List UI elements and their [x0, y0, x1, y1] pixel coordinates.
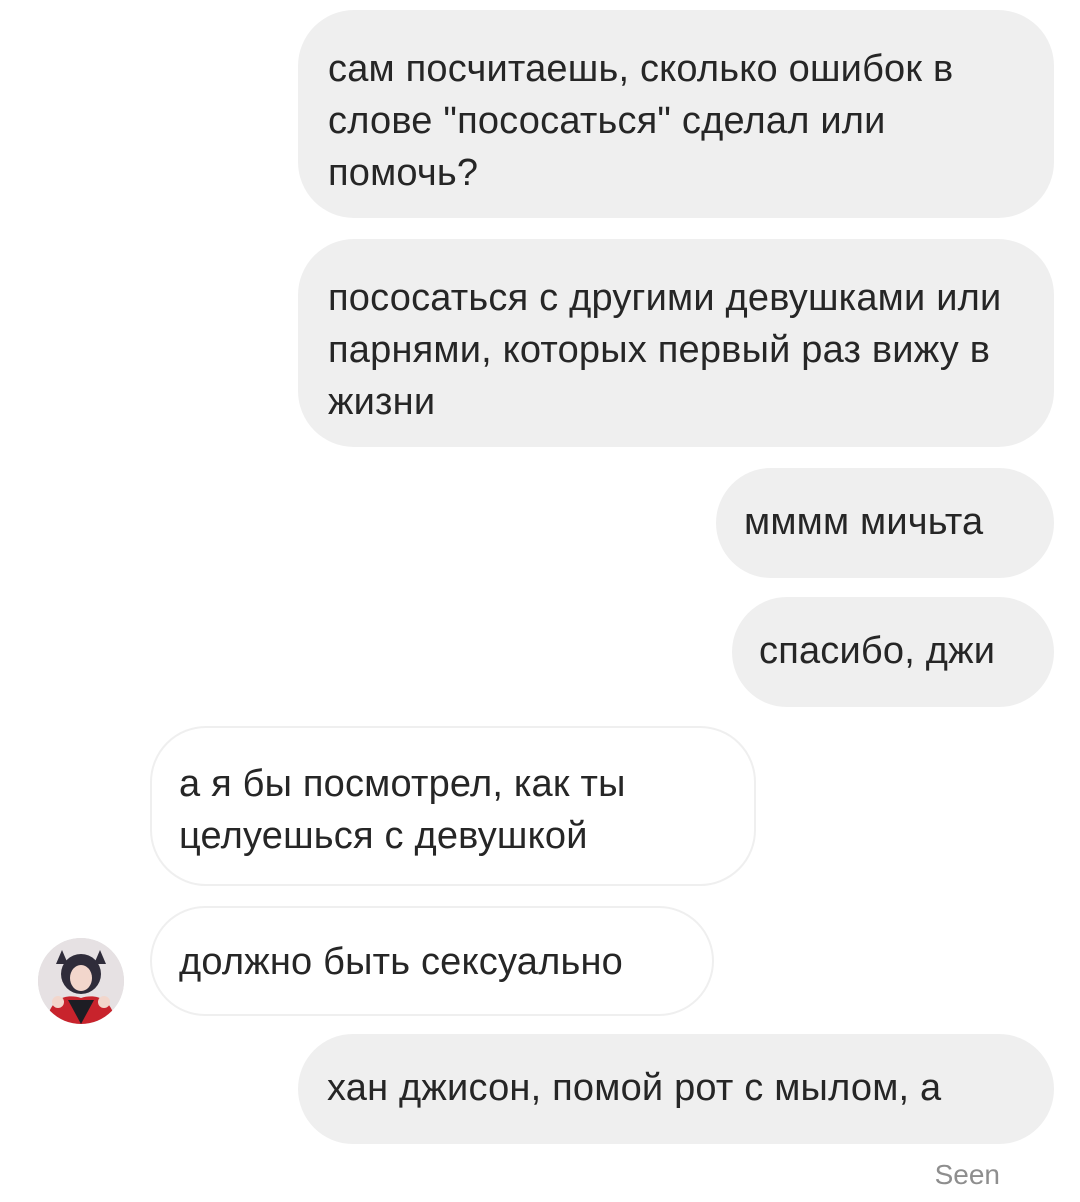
message-bubble-outgoing[interactable]: пососаться с другими девушками или парня… [298, 239, 1054, 447]
message-bubble-outgoing[interactable]: спасибо, джи [732, 597, 1054, 707]
seen-status: Seen [934, 1159, 1000, 1190]
message-bubble-outgoing[interactable]: сам посчитаешь, сколько ошибок в слове "… [298, 10, 1054, 218]
sender-avatar[interactable] [38, 938, 124, 1024]
message-bubble-incoming[interactable]: должно быть сексуально [150, 906, 714, 1016]
message-bubble-outgoing[interactable]: мммм мичьта [716, 468, 1054, 578]
message-bubble-incoming[interactable]: а я бы посмотрел, как ты целуешься с дев… [150, 726, 756, 886]
message-text: пососаться с другими девушками или парня… [328, 277, 1002, 423]
message-text: должно быть сексуально [179, 941, 623, 983]
message-bubble-outgoing[interactable]: хан джисон, помой рот с мылом, а [298, 1034, 1054, 1144]
message-text: а я бы посмотрел, как ты целуешься с дев… [179, 763, 626, 857]
message-text: хан джисон, помой рот с мылом, а [327, 1067, 942, 1109]
message-text: мммм мичьта [744, 501, 984, 543]
message-text: спасибо, джи [759, 630, 996, 672]
message-thread: сам посчитаешь, сколько ошибок в слове "… [0, 0, 1080, 1202]
message-text: сам посчитаешь, сколько ошибок в слове "… [328, 48, 954, 194]
avatar-photo-icon [38, 938, 124, 1024]
